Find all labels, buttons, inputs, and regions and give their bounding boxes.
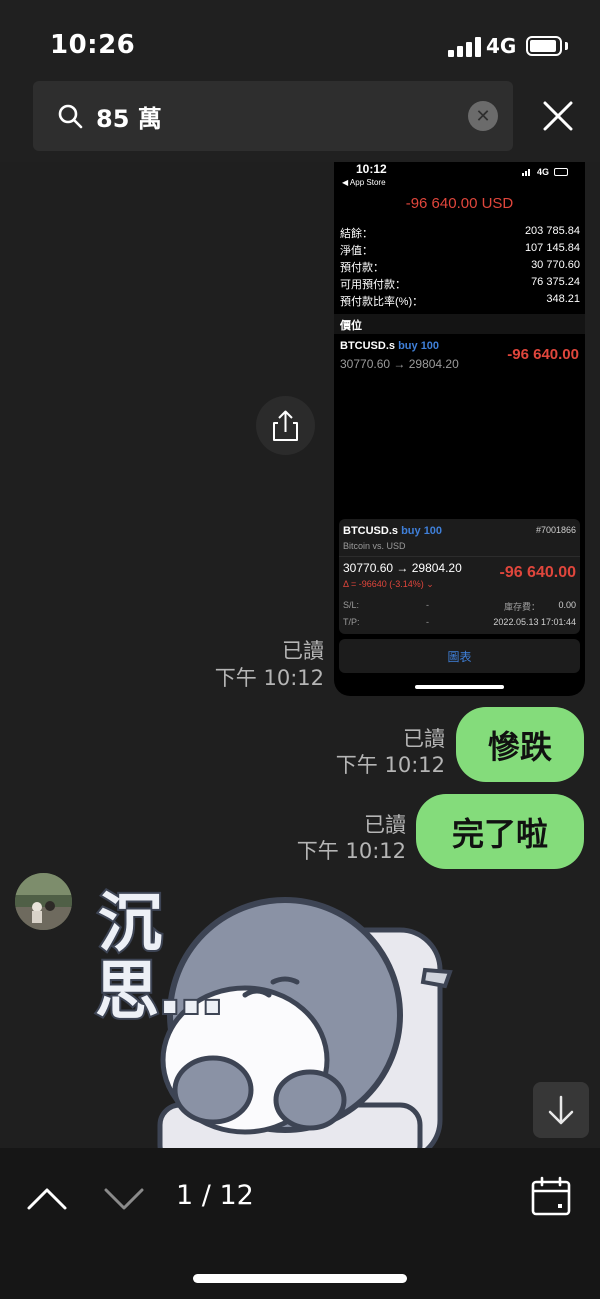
account-row: 可用預付款： 76 375.24 <box>340 276 580 291</box>
swap-label: 庫存費： <box>504 602 541 612</box>
position-symbol: BTCUSD.s buy 100 <box>340 340 440 352</box>
detail-symbol: BTCUSD.s buy 100 <box>343 525 443 537</box>
sticker[interactable]: 沉思… <box>93 887 465 1148</box>
tp-value: - <box>426 617 429 627</box>
signal-icon <box>448 37 482 57</box>
home-indicator <box>193 1274 407 1283</box>
detail-description: Bitcoin vs. USD <box>343 541 406 551</box>
message-time: 下午 10:12 <box>296 839 406 863</box>
position-pnl: -96 640.00 <box>507 346 579 363</box>
search-icon <box>58 104 83 129</box>
shot-network: 4G <box>537 167 550 177</box>
sl-label: S/L: <box>343 600 360 610</box>
read-receipt: 已讀 <box>282 639 324 663</box>
tp-label: T/P: <box>343 617 360 627</box>
scroll-to-bottom-button[interactable] <box>533 1082 589 1138</box>
positions-band <box>334 314 585 334</box>
position-prices: 30770.60 → 29804.20 <box>340 357 459 371</box>
swap-value: 0.00 <box>558 600 576 610</box>
detail-pnl: -96 640.00 <box>499 564 576 581</box>
share-button[interactable] <box>256 396 315 455</box>
arrow-down-icon <box>548 1095 574 1125</box>
shot-total-pnl: -96 640.00 USD <box>405 195 514 212</box>
calendar-icon[interactable] <box>530 1175 572 1217</box>
message-bubble[interactable]: 慘跌 <box>456 707 584 782</box>
shot-time: 10:12 <box>356 162 387 176</box>
chat-messages: 10:12 ◀ App Store 4G -96 640.00 USD 結餘： 2… <box>0 162 600 1148</box>
detail-prices: 30770.60 → 29804.20 <box>343 561 462 575</box>
positions-header: 價位 <box>340 320 362 332</box>
shot-back-app: ◀ App Store <box>342 178 386 187</box>
chart-button-label: 圖表 <box>447 650 472 664</box>
message-time: 下午 10:12 <box>335 753 445 777</box>
chevron-down-icon[interactable] <box>102 1182 146 1214</box>
shared-image[interactable]: 10:12 ◀ App Store 4G -96 640.00 USD 結餘： 2… <box>334 162 585 696</box>
shot-signal-icon <box>522 168 531 176</box>
chevron-up-icon[interactable] <box>25 1182 69 1214</box>
account-row: 結餘： 203 785.84 <box>340 225 580 240</box>
sl-value: - <box>426 600 429 610</box>
account-row: 預付款： 30 770.60 <box>340 259 580 274</box>
account-row: 預付款比率(%)： 348.21 <box>340 293 580 308</box>
close-icon[interactable] <box>540 98 576 134</box>
status-time: 10:26 <box>50 30 136 60</box>
shot-home-indicator <box>415 685 504 689</box>
clear-search-button[interactable]: ✕ <box>468 101 498 131</box>
battery-icon <box>526 36 562 56</box>
share-icon <box>273 410 298 441</box>
detail-datetime: 2022.05.13 17:01:44 <box>493 617 576 627</box>
battery-tip <box>565 42 568 50</box>
avatar[interactable] <box>15 873 72 930</box>
sticker-text: 沉思… <box>93 887 225 1029</box>
message-time: 下午 10:12 <box>214 666 324 690</box>
result-counter: 1 / 12 <box>176 1180 254 1211</box>
clear-icon: ✕ <box>475 105 491 127</box>
account-row: 淨值： 107 145.84 <box>340 242 580 257</box>
divider <box>339 556 580 557</box>
message-bubble[interactable]: 完了啦 <box>416 794 584 869</box>
search-query[interactable]: 85 萬 <box>96 99 162 134</box>
detail-delta: Δ = -96640 (-3.14%) ⌄ <box>343 579 434 589</box>
detail-ticket: #7001866 <box>535 525 576 535</box>
shot-battery-icon <box>554 168 568 176</box>
network-type: 4G <box>486 34 517 58</box>
